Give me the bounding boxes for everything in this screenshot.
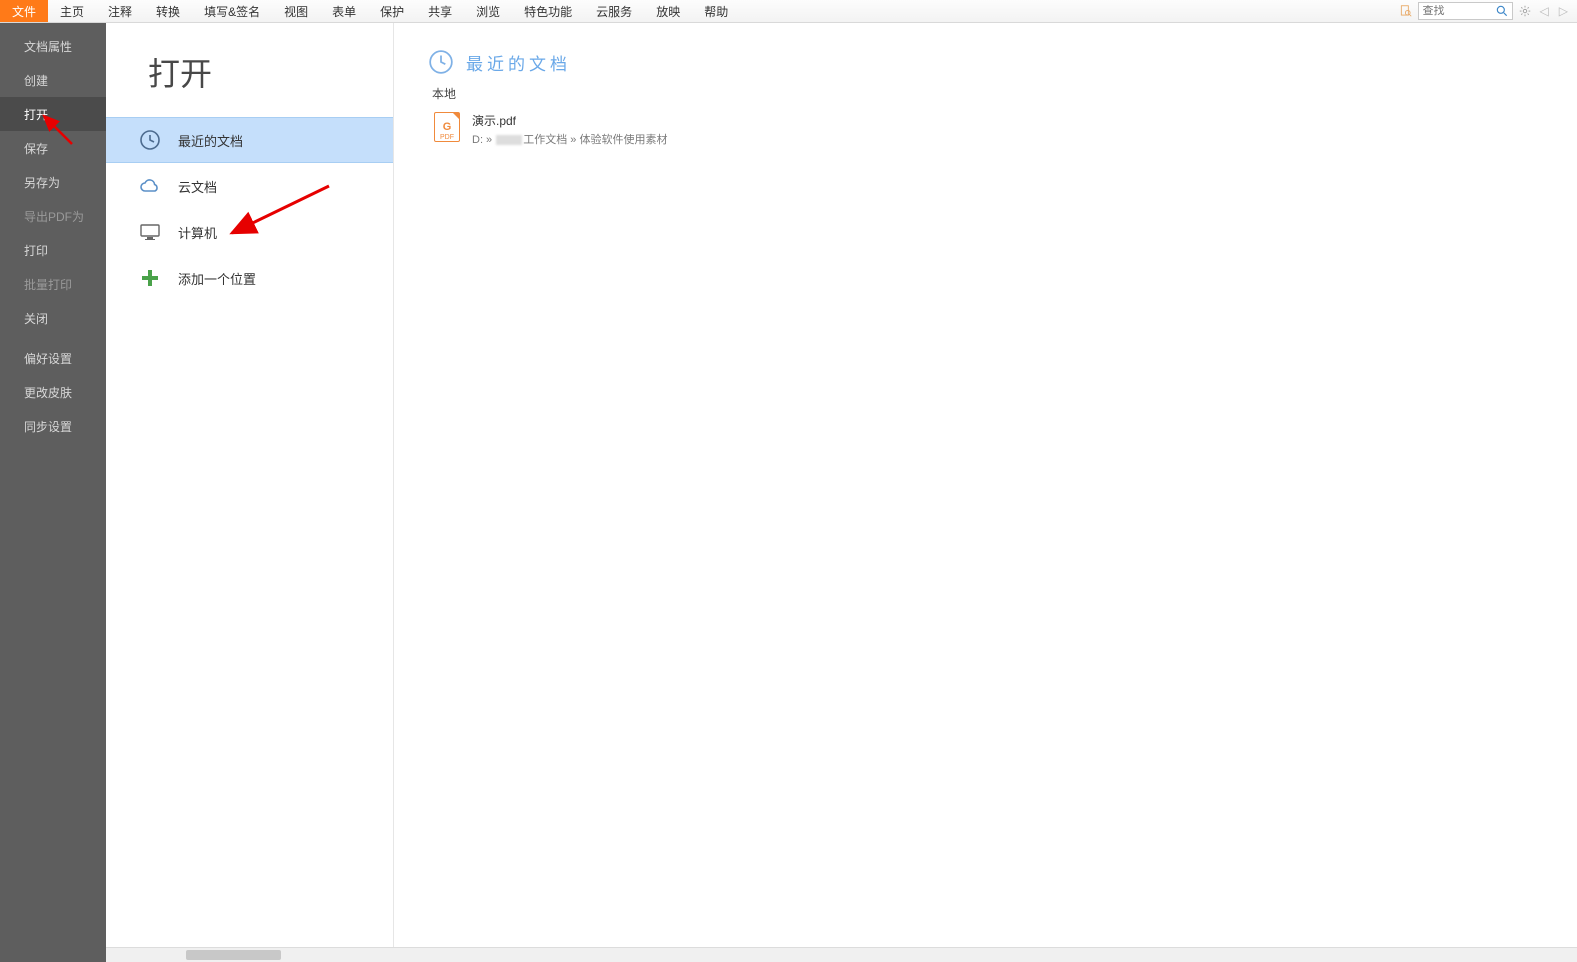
redacted-segment <box>496 135 522 145</box>
open-sources-panel: 打开 最近的文档 云文档 计算机 添加一个位置 <box>106 23 394 962</box>
nav-prev-icon[interactable]: ◁ <box>1537 4 1552 18</box>
file-sidebar: 文档属性 创建 打开 保存 另存为 导出PDF为 打印 批量打印 关闭 偏好设置… <box>0 23 106 962</box>
source-computer[interactable]: 计算机 <box>106 209 393 255</box>
menu-tab-cloud[interactable]: 云服务 <box>584 0 644 22</box>
search-input[interactable] <box>1423 5 1495 17</box>
clock-icon <box>428 49 454 75</box>
source-label: 计算机 <box>178 223 217 242</box>
menu-tab-home[interactable]: 主页 <box>48 0 96 22</box>
panel-title: 打开 <box>106 49 393 95</box>
sidebar-item-save-as[interactable]: 另存为 <box>0 165 106 199</box>
sidebar-item-print[interactable]: 打印 <box>0 233 106 267</box>
menu-tab-share[interactable]: 共享 <box>416 0 464 22</box>
cloud-icon <box>136 172 164 200</box>
sidebar-item-open[interactable]: 打开 <box>0 97 106 131</box>
computer-icon <box>136 218 164 246</box>
sidebar-item-close[interactable]: 关闭 <box>0 301 106 335</box>
plus-icon <box>136 264 164 292</box>
menu-tab-convert[interactable]: 转换 <box>144 0 192 22</box>
sidebar-item-skin[interactable]: 更改皮肤 <box>0 375 106 409</box>
source-label: 最近的文档 <box>178 131 243 150</box>
gear-icon[interactable] <box>1517 3 1533 19</box>
nav-next-icon[interactable]: ▷ <box>1556 4 1571 18</box>
sidebar-item-batch-print: 批量打印 <box>0 267 106 301</box>
menu-tab-help[interactable]: 帮助 <box>692 0 740 22</box>
menu-tab-protect[interactable]: 保护 <box>368 0 416 22</box>
file-path: D: » 工作文档 » 体验软件使用素材 <box>472 131 667 147</box>
top-menubar: 文件 主页 注释 转换 填写&签名 视图 表单 保护 共享 浏览 特色功能 云服… <box>0 0 1577 23</box>
menu-tab-features[interactable]: 特色功能 <box>512 0 584 22</box>
pdf-file-icon: GPDF <box>434 112 460 142</box>
recent-file-item[interactable]: GPDF 演示.pdf D: » 工作文档 » 体验软件使用素材 <box>428 108 1577 151</box>
sidebar-item-export-pdf: 导出PDF为 <box>0 199 106 233</box>
source-label: 云文档 <box>178 177 217 196</box>
menu-tab-slideshow[interactable]: 放映 <box>644 0 692 22</box>
sidebar-item-create[interactable]: 创建 <box>0 63 106 97</box>
menu-tab-browse[interactable]: 浏览 <box>464 0 512 22</box>
sidebar-item-sync[interactable]: 同步设置 <box>0 409 106 443</box>
search-page-icon[interactable] <box>1398 3 1414 19</box>
sidebar-item-preferences[interactable]: 偏好设置 <box>0 341 106 375</box>
recent-header: 最近的文档 <box>466 50 571 75</box>
source-label: 添加一个位置 <box>178 269 256 288</box>
source-cloud[interactable]: 云文档 <box>106 163 393 209</box>
clock-icon <box>136 126 164 154</box>
menu-tab-view[interactable]: 视图 <box>272 0 320 22</box>
source-recent[interactable]: 最近的文档 <box>106 117 393 163</box>
recent-documents-area: 最近的文档 本地 GPDF 演示.pdf D: » 工作文档 » 体验软件使用素… <box>394 23 1577 962</box>
menu-tab-annotate[interactable]: 注释 <box>96 0 144 22</box>
scrollbar-thumb[interactable] <box>186 950 281 960</box>
menu-tab-file[interactable]: 文件 <box>0 0 48 22</box>
section-local-label: 本地 <box>432 85 1577 102</box>
search-icon[interactable] <box>1495 3 1509 19</box>
menu-tab-form[interactable]: 表单 <box>320 0 368 22</box>
source-add-location[interactable]: 添加一个位置 <box>106 255 393 301</box>
file-name: 演示.pdf <box>472 112 667 129</box>
horizontal-scrollbar[interactable] <box>106 947 1577 962</box>
menu-tab-fillsign[interactable]: 填写&签名 <box>192 0 272 22</box>
search-input-wrapper[interactable] <box>1418 2 1513 20</box>
sidebar-item-doc-properties[interactable]: 文档属性 <box>0 29 106 63</box>
sidebar-item-save[interactable]: 保存 <box>0 131 106 165</box>
